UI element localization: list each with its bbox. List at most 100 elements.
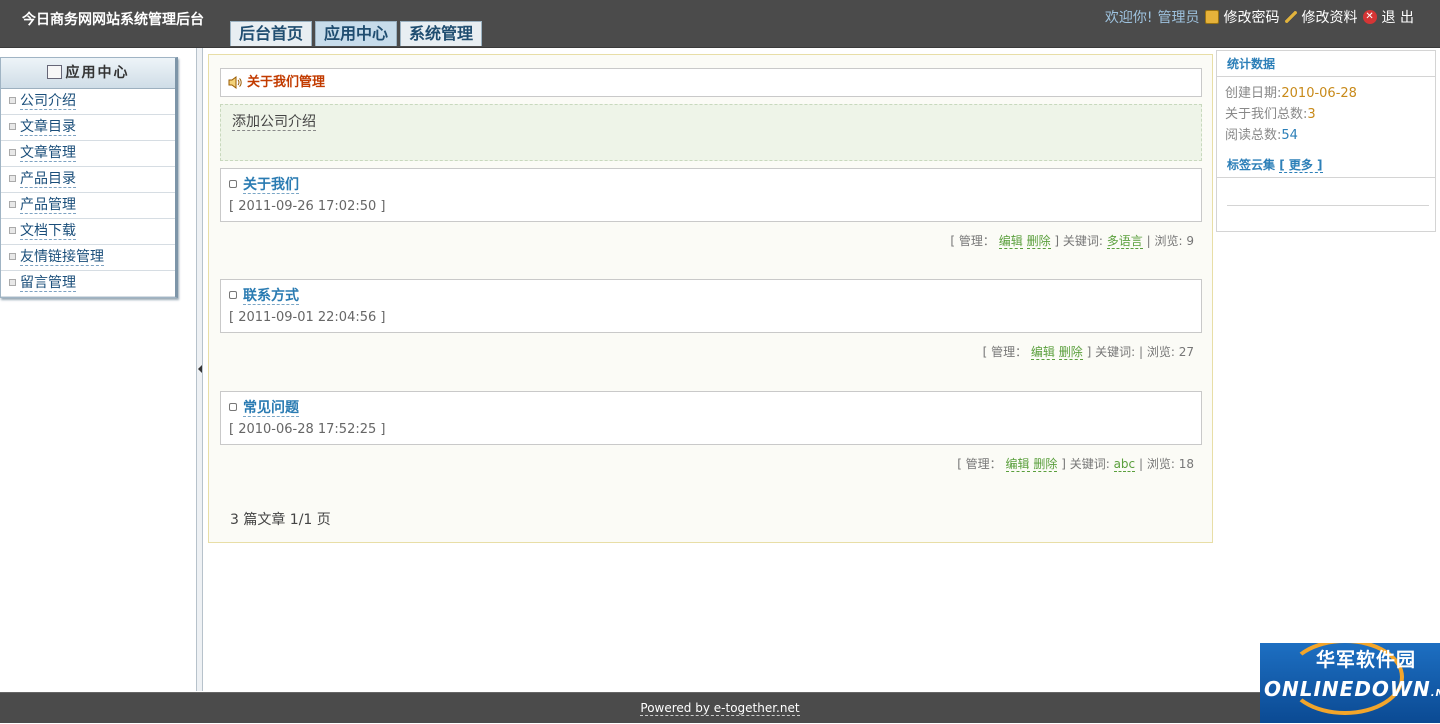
sidebar-splitter[interactable] bbox=[196, 48, 203, 691]
bullet-icon bbox=[9, 123, 16, 130]
sidebar-item-label: 产品目录 bbox=[20, 171, 76, 188]
article-meta: [ 管理： 编辑 删除 ] 关键词: | 浏览: 27 bbox=[983, 343, 1194, 360]
delete-link[interactable]: 删除 bbox=[1058, 345, 1083, 360]
article-card: 常见问题 [ 2010-06-28 17:52:25 ] bbox=[220, 391, 1202, 445]
stat-reads: 阅读总数:54 bbox=[1217, 125, 1435, 146]
keyword-link[interactable]: abc bbox=[1113, 457, 1136, 472]
stat-value: 3 bbox=[1307, 107, 1316, 122]
sidebar-item-friend-links[interactable]: 友情链接管理 bbox=[1, 245, 175, 271]
site-title: 今日商务网网站系统管理后台 bbox=[22, 12, 204, 28]
stat-label: 关于我们总数: bbox=[1225, 107, 1308, 122]
tag-cloud-more-link[interactable]: [ 更多 ] bbox=[1279, 158, 1323, 173]
sidebar-item-label: 公司介绍 bbox=[20, 93, 76, 110]
manage-label: [ 管理： bbox=[982, 345, 1028, 359]
sidebar-item-product-catalog[interactable]: 产品目录 bbox=[1, 167, 175, 193]
tab-system-management[interactable]: 系统管理 bbox=[400, 21, 483, 46]
sidebar-item-document-download[interactable]: 文档下载 bbox=[1, 219, 175, 245]
sidebar-item-article-catalog[interactable]: 文章目录 bbox=[1, 115, 175, 141]
keyword-label: ] 关键词: bbox=[1061, 457, 1110, 471]
edit-link[interactable]: 编辑 bbox=[998, 234, 1023, 249]
footer: Powered by e-together.net bbox=[0, 692, 1440, 723]
tab-admin-home[interactable]: 后台首页 bbox=[230, 21, 313, 46]
article-card: 关于我们 [ 2011-09-26 17:02:50 ] bbox=[220, 168, 1202, 222]
sidebar-item-product-management[interactable]: 产品管理 bbox=[1, 193, 175, 219]
pager-text: 3 篇文章 1/1 页 bbox=[230, 512, 331, 528]
logo-text-en-suffix: .NET bbox=[1430, 688, 1440, 699]
bullet-icon bbox=[9, 279, 16, 286]
logo-text-cn: 华军软件园 bbox=[1316, 649, 1417, 671]
add-company-intro-link[interactable]: 添加公司介绍 bbox=[232, 114, 316, 131]
delete-link[interactable]: 删除 bbox=[1026, 234, 1051, 249]
sidebar-item-label: 文章管理 bbox=[20, 145, 76, 162]
add-box: 添加公司介绍 bbox=[220, 104, 1202, 161]
sidebar-header: 应用中心 bbox=[1, 58, 175, 89]
stats-panel: 统计数据 创建日期:2010-06-28 关于我们总数:3 阅读总数:54 标签… bbox=[1216, 50, 1436, 232]
bullet-icon bbox=[9, 253, 16, 260]
sidebar-item-label: 友情链接管理 bbox=[20, 249, 104, 266]
article-date: [ 2010-06-28 17:52:25 ] bbox=[229, 422, 386, 437]
stat-value: 54 bbox=[1281, 128, 1298, 143]
top-bar: 今日商务网网站系统管理后台 后台首页 应用中心 系统管理 欢迎你! 管理员 修改… bbox=[0, 0, 1440, 48]
article-card: 联系方式 [ 2011-09-01 22:04:56 ] bbox=[220, 279, 1202, 333]
article-title-link[interactable]: 常见问题 bbox=[243, 400, 299, 417]
keyword-link[interactable]: 多语言 bbox=[1106, 234, 1143, 249]
sidebar: 应用中心 公司介绍 文章目录 文章管理 产品目录 产品管理 文档下载 友情链接管… bbox=[0, 57, 178, 298]
bullet-icon bbox=[9, 149, 16, 156]
change-password-link[interactable]: 修改密码 bbox=[1224, 7, 1280, 27]
collapse-arrow-icon[interactable] bbox=[198, 365, 202, 373]
divider bbox=[1227, 205, 1429, 206]
sidebar-item-label: 文章目录 bbox=[20, 119, 76, 136]
sidebar-item-article-management[interactable]: 文章管理 bbox=[1, 141, 175, 167]
home-icon bbox=[46, 65, 62, 79]
main-tabs: 后台首页 应用中心 系统管理 bbox=[230, 21, 483, 46]
edit-profile-link[interactable]: 修改资料 bbox=[1302, 7, 1358, 27]
article-title-wrap: 关于我们 bbox=[229, 174, 299, 194]
checkbox-icon[interactable] bbox=[229, 180, 237, 188]
pencil-icon bbox=[1284, 11, 1297, 23]
article-title-wrap: 联系方式 bbox=[229, 285, 299, 305]
article-title-link[interactable]: 关于我们 bbox=[243, 177, 299, 194]
sidebar-item-label: 留言管理 bbox=[20, 275, 76, 292]
views-label: | 浏览: bbox=[1146, 234, 1183, 248]
manage-label: [ 管理： bbox=[950, 234, 995, 248]
powered-by-link[interactable]: Powered by e-together.net bbox=[640, 701, 800, 716]
bullet-icon bbox=[9, 175, 16, 182]
article-title-link[interactable]: 联系方式 bbox=[243, 288, 299, 305]
stat-value: 2010-06-28 bbox=[1281, 86, 1357, 101]
sidebar-item-label: 产品管理 bbox=[20, 197, 76, 214]
sidebar-item-company-intro[interactable]: 公司介绍 bbox=[1, 89, 175, 115]
logo-text-en: ONLINEDOWN.NET bbox=[1264, 677, 1440, 701]
views-count: 9 bbox=[1186, 234, 1194, 248]
bullet-icon bbox=[9, 227, 16, 234]
sidebar-item-messages[interactable]: 留言管理 bbox=[1, 271, 175, 297]
main-panel: 关于我们管理 添加公司介绍 关于我们 [ 2011-09-26 17:02:50… bbox=[208, 54, 1213, 543]
edit-link[interactable]: 编辑 bbox=[1005, 457, 1030, 472]
logout-link[interactable]: 退 出 bbox=[1382, 7, 1414, 27]
stat-label: 创建日期: bbox=[1225, 86, 1282, 101]
edit-link[interactable]: 编辑 bbox=[1030, 345, 1055, 360]
stat-label: 阅读总数: bbox=[1225, 128, 1282, 143]
checkbox-icon[interactable] bbox=[229, 403, 237, 411]
logo-text-en-main: ONLINEDOWN bbox=[1264, 677, 1431, 701]
user-name: 管理员 bbox=[1157, 10, 1200, 26]
stats-title: 统计数据 bbox=[1217, 51, 1435, 77]
lock-icon bbox=[1204, 10, 1219, 24]
speaker-icon bbox=[228, 76, 242, 89]
bullet-icon bbox=[9, 201, 16, 208]
views-label: | 浏览: bbox=[1138, 345, 1175, 359]
delete-link[interactable]: 删除 bbox=[1033, 457, 1058, 472]
close-icon: ✕ bbox=[1362, 10, 1377, 24]
checkbox-icon[interactable] bbox=[229, 291, 237, 299]
keyword-label: ] 关键词: bbox=[1054, 234, 1103, 248]
stat-total: 关于我们总数:3 bbox=[1217, 104, 1435, 125]
views-count: 27 bbox=[1178, 345, 1194, 359]
article-meta: [ 管理： 编辑 删除 ] 关键词: abc | 浏览: 18 bbox=[957, 455, 1194, 472]
tab-app-center[interactable]: 应用中心 bbox=[315, 21, 398, 46]
views-label: | 浏览: bbox=[1138, 457, 1175, 471]
bullet-icon bbox=[9, 97, 16, 104]
user-bar: 欢迎你! 管理员 修改密码 修改资料 ✕ 退 出 bbox=[1105, 7, 1414, 27]
panel-title-text: 关于我们管理 bbox=[247, 75, 326, 90]
sidebar-title: 应用中心 bbox=[65, 65, 130, 81]
tag-cloud-header: 标签云集 [ 更多 ] bbox=[1217, 152, 1435, 178]
sidebar-item-label: 文档下载 bbox=[20, 223, 76, 240]
